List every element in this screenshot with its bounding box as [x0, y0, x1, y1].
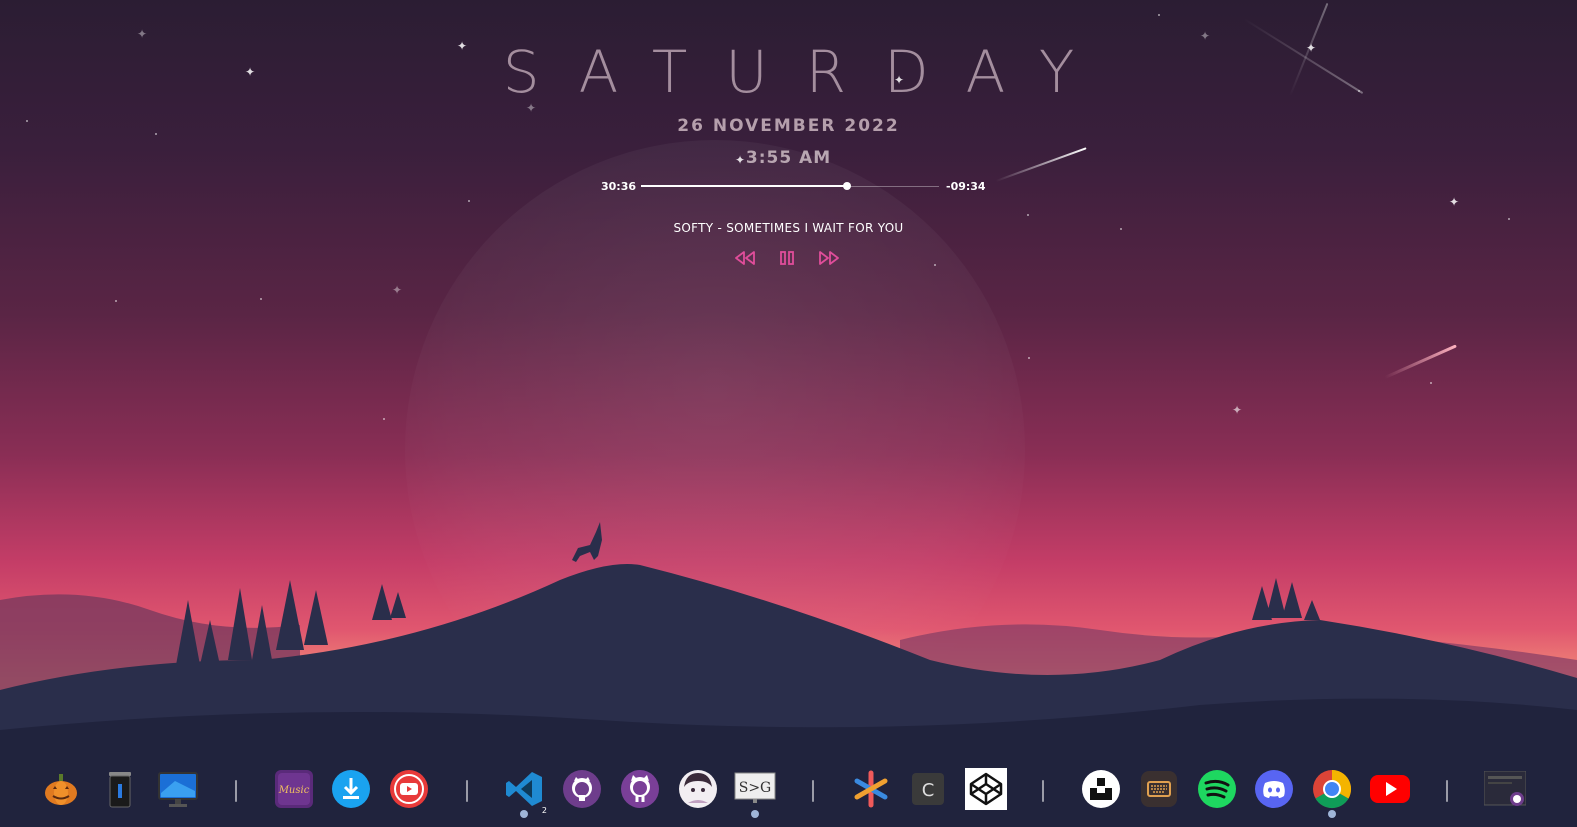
download-icon: [332, 770, 370, 808]
weekday-title: SATURDAY: [502, 38, 1113, 106]
dock-separator: [1042, 780, 1044, 802]
pause-button[interactable]: [775, 248, 799, 268]
sg-terminal-icon: S>G: [734, 772, 776, 803]
window-preview-app[interactable]: [1484, 768, 1526, 810]
pause-icon: [780, 251, 794, 265]
elapsed-time: 30:36: [601, 180, 637, 193]
keyboard-icon: [1141, 771, 1177, 807]
youtube-downloader-app[interactable]: [388, 768, 430, 810]
sg-terminal-app[interactable]: S>G: [734, 768, 776, 818]
time-label: 3:55 AM: [745, 148, 832, 168]
song-title: SOFTY - SOMETIMES I WAIT FOR YOU: [673, 221, 904, 235]
discord-icon: [1255, 770, 1293, 808]
music-app-icon: Music: [275, 770, 313, 808]
monitor-app[interactable]: [157, 768, 199, 810]
pumpkin-app[interactable]: [40, 768, 82, 810]
playback-controls: [733, 248, 841, 268]
svg-text:C: C: [922, 780, 935, 801]
monitor-icon: [158, 772, 198, 807]
dock-separator: [235, 780, 237, 802]
dock-separator: [812, 780, 814, 802]
progress-fill: [641, 185, 847, 187]
vscode-app[interactable]: 2: [503, 768, 547, 818]
svg-text:S>G: S>G: [739, 780, 772, 796]
dock-separator: [466, 780, 468, 802]
c-app-icon: C: [912, 773, 944, 805]
dock: Music 2 S>G C: [0, 762, 1577, 827]
asterisk-app[interactable]: [850, 768, 892, 810]
spotify-app[interactable]: [1196, 768, 1238, 810]
trash-bin-icon: [109, 772, 131, 808]
chrome-icon: [1313, 769, 1352, 809]
fast-forward-icon: [819, 251, 839, 265]
chrome-app[interactable]: [1311, 768, 1353, 818]
keyboard-app[interactable]: [1138, 768, 1180, 810]
unsplash-app[interactable]: [1080, 768, 1122, 810]
c-app[interactable]: C: [907, 768, 949, 810]
remaining-time: -09:34: [946, 180, 986, 193]
youtube-icon: [1370, 775, 1410, 803]
svg-text:Music: Music: [278, 785, 310, 796]
github-desktop-icon: [621, 770, 659, 808]
window-count-badge: 2: [541, 806, 547, 815]
asterisk-app-icon: [854, 770, 888, 808]
spotify-icon: [1198, 770, 1236, 808]
running-indicator: [520, 810, 528, 818]
vscode-icon: [506, 772, 542, 806]
anime-avatar-app[interactable]: [677, 768, 719, 810]
date-label: 26 NOVEMBER 2022: [677, 116, 900, 136]
codepen-app[interactable]: [965, 768, 1007, 810]
trash-bin-app[interactable]: [99, 768, 141, 810]
discord-app[interactable]: [1253, 768, 1295, 810]
pumpkin-icon: [45, 774, 77, 805]
progress-knob[interactable]: [842, 182, 851, 190]
codepen-icon: [965, 768, 1007, 810]
unsplash-icon: [1082, 770, 1120, 808]
window-preview-icon: [1484, 771, 1526, 806]
dock-separator: [1446, 780, 1448, 802]
progress-bar[interactable]: [641, 182, 939, 190]
github-icon: [563, 770, 601, 808]
rewind-icon: [735, 251, 755, 265]
youtube-app[interactable]: [1369, 768, 1411, 810]
download-app[interactable]: [330, 768, 372, 810]
anime-avatar-icon: [679, 770, 717, 808]
running-indicator: [1328, 810, 1336, 818]
fast-forward-button[interactable]: [817, 248, 841, 268]
github-desktop-app[interactable]: [619, 768, 661, 810]
rewind-button[interactable]: [733, 248, 757, 268]
youtube-downloader-icon: [390, 770, 428, 808]
music-app[interactable]: Music: [273, 768, 315, 810]
running-indicator: [751, 810, 759, 818]
github-app[interactable]: [561, 768, 603, 810]
